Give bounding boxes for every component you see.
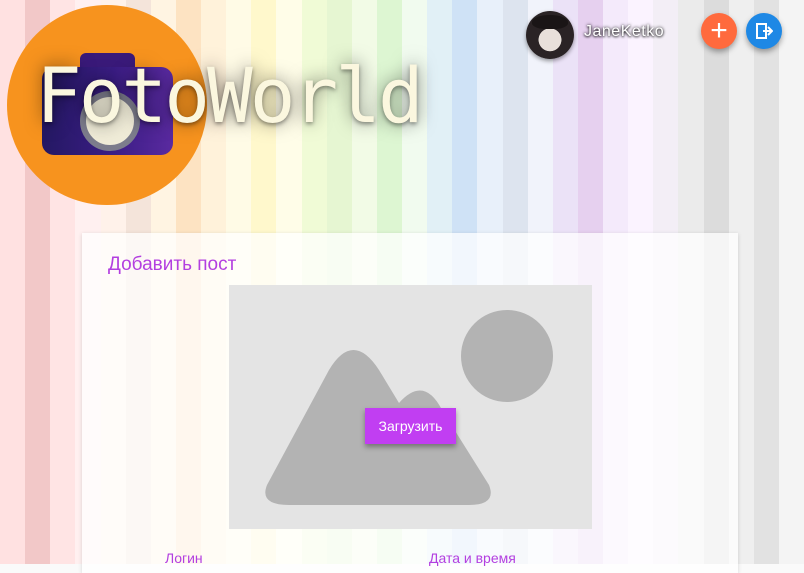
- username[interactable]: JaneKetko: [584, 23, 664, 41]
- card-title: Добавить пост: [108, 254, 237, 275]
- logout-icon: [756, 23, 773, 39]
- upload-area[interactable]: Загрузить: [229, 285, 592, 529]
- logout-button[interactable]: [746, 13, 782, 49]
- upload-button[interactable]: Загрузить: [365, 408, 456, 444]
- add-post-button[interactable]: +: [701, 13, 737, 49]
- avatar[interactable]: [526, 11, 574, 59]
- add-post-card: Добавить пост Загрузить Логин Дата и вре…: [82, 233, 738, 573]
- app-logo[interactable]: FotoWorld: [36, 58, 424, 134]
- plus-icon: +: [710, 14, 728, 47]
- image-placeholder-icon: [265, 310, 553, 505]
